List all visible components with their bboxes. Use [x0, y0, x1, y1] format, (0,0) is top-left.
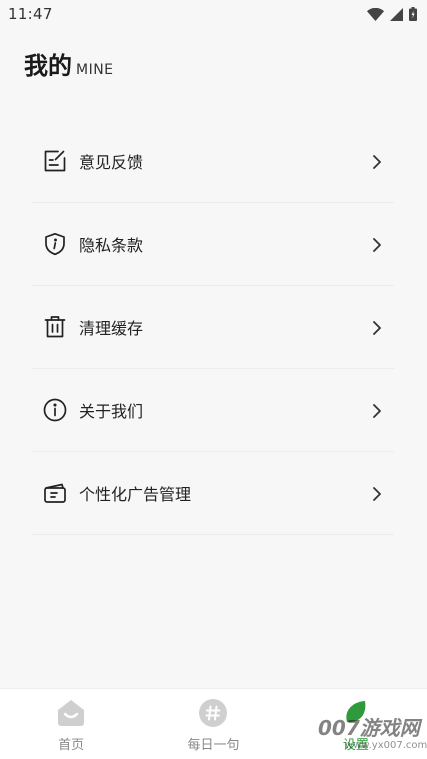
chevron-right-icon — [370, 486, 384, 501]
shield-info-icon — [42, 231, 68, 257]
menu-item-label: 意见反馈 — [79, 153, 144, 172]
menu-item-privacy[interactable]: 隐私条款 — [32, 203, 394, 286]
nav-tab-label: 每日一句 — [187, 738, 240, 753]
page-title: 我的 — [24, 52, 72, 80]
ad-card-icon — [42, 480, 68, 506]
wifi-icon — [367, 7, 384, 21]
menu-item-ad-management[interactable]: 个性化广告管理 — [32, 452, 394, 535]
menu-item-label: 隐私条款 — [79, 236, 144, 255]
chevron-right-icon — [370, 403, 384, 418]
menu-item-feedback[interactable]: 意见反馈 — [32, 120, 394, 203]
menu-item-about[interactable]: 关于我们 — [32, 369, 394, 452]
hashtag-icon — [198, 698, 228, 728]
feedback-icon — [42, 148, 68, 174]
info-circle-icon — [42, 397, 68, 423]
nav-tab-home[interactable]: 首页 — [0, 689, 142, 759]
nav-tab-daily-quote[interactable]: 每日一句 — [142, 689, 284, 759]
settings-menu: 意见反馈 隐私条款 清理缓存 关于我们 个性化广告管理 — [32, 120, 394, 535]
status-icons — [367, 7, 417, 21]
status-bar: 11:47 — [0, 0, 427, 28]
menu-item-clear-cache[interactable]: 清理缓存 — [32, 286, 394, 369]
chevron-right-icon — [370, 154, 384, 169]
menu-item-label: 清理缓存 — [79, 319, 144, 338]
battery-icon — [409, 7, 417, 21]
nav-tab-label: 首页 — [58, 738, 85, 753]
watermark-text: 007游戏网 — [318, 716, 420, 740]
signal-icon — [390, 7, 403, 21]
page-header: 我的 MINE — [24, 46, 114, 81]
menu-item-label: 个性化广告管理 — [79, 485, 192, 504]
menu-item-label: 关于我们 — [79, 402, 144, 421]
page-subtitle: MINE — [76, 62, 114, 78]
status-time: 11:47 — [8, 5, 53, 23]
trash-icon — [42, 314, 68, 340]
settings-screen: 11:47 我的 MINE 意见反馈 隐私条款 清理缓存 关于我们 个性化广告管… — [0, 0, 427, 759]
home-icon — [56, 698, 86, 728]
watermark-url: www.yx007.com — [345, 740, 427, 751]
chevron-right-icon — [370, 237, 384, 252]
chevron-right-icon — [370, 320, 384, 335]
